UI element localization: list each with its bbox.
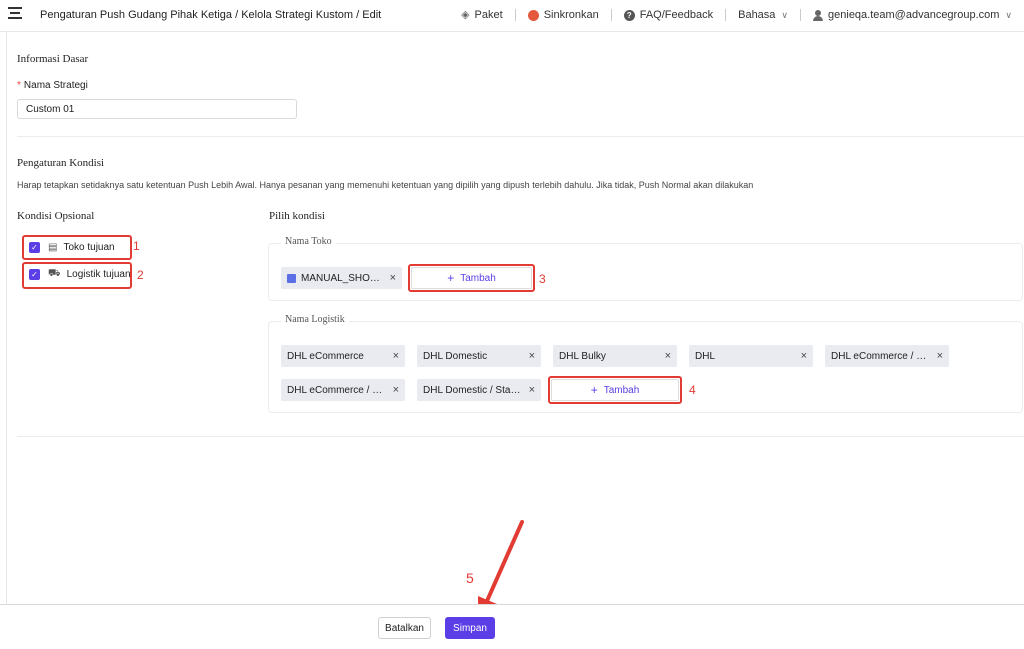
- shop-group-legend: Nama Toko: [281, 236, 336, 247]
- choose-conditions-title: Pilih kondisi: [269, 210, 325, 222]
- shop-icon: [287, 273, 296, 283]
- logistics-tag[interactable]: DHL eCommerce / DHL eCommerce Standard ×: [825, 345, 949, 367]
- divider: [514, 9, 516, 21]
- cancel-button[interactable]: Batalkan: [378, 617, 431, 639]
- top-bar: Pengaturan Push Gudang Pihak Ketiga / Ke…: [0, 0, 1024, 32]
- breadcrumb: Pengaturan Push Gudang Pihak Ketiga / Ke…: [40, 9, 382, 21]
- logistics-tag[interactable]: DHL eCommerce ×: [281, 345, 405, 367]
- annotation-box-2: [22, 262, 132, 289]
- annotation-number-1: 1: [133, 239, 140, 253]
- sync-link[interactable]: Sinkronkan: [527, 9, 599, 21]
- language-dropdown[interactable]: Bahasa ∨: [738, 9, 788, 21]
- logistics-tag[interactable]: DHL ×: [689, 345, 813, 367]
- section-divider: [17, 436, 1024, 437]
- chevron-down-icon: ∨: [1005, 9, 1012, 20]
- annotation-box-1: [22, 235, 132, 260]
- language-label: Bahasa: [738, 9, 776, 21]
- basic-info-title: Informasi Dasar: [17, 53, 89, 65]
- user-email: genieqa.team@advancegroup.com: [828, 9, 1000, 21]
- sync-icon: [527, 9, 539, 21]
- footer-bar: [0, 604, 1024, 649]
- top-actions: ◈ Paket Sinkronkan ? FAQ/Feedback Bahasa…: [461, 9, 1012, 21]
- close-icon[interactable]: ×: [393, 384, 399, 396]
- chevron-down-icon: ∨: [781, 9, 789, 20]
- shop-tag[interactable]: MANUAL_SHOP (ID) ×: [281, 267, 402, 289]
- divider: [610, 9, 612, 21]
- strategy-name-label: * Nama Strategi: [17, 80, 88, 91]
- close-icon[interactable]: ×: [390, 272, 396, 284]
- paket-label: Paket: [474, 9, 503, 21]
- faq-link[interactable]: ? FAQ/Feedback: [623, 9, 714, 21]
- annotation-number-5: 5: [466, 570, 474, 586]
- diamond-icon: ◈: [461, 8, 470, 21]
- sidebar-divider: [6, 32, 7, 649]
- menu-icon[interactable]: [8, 7, 22, 21]
- paket-link[interactable]: ◈ Paket: [461, 9, 503, 21]
- logistics-tag[interactable]: DHL eCommerce / Standard ×: [281, 379, 405, 401]
- divider: [800, 9, 802, 21]
- annotation-box-4: [548, 376, 682, 404]
- logistics-group-legend: Nama Logistik: [281, 314, 349, 325]
- section-divider: [17, 136, 1024, 137]
- help-icon: ?: [623, 9, 635, 21]
- conditions-title: Pengaturan Kondisi: [17, 157, 105, 169]
- annotation-number-3: 3: [539, 272, 546, 286]
- sync-label: Sinkronkan: [543, 9, 599, 21]
- user-icon: [813, 9, 824, 21]
- close-icon[interactable]: ×: [665, 350, 671, 362]
- close-icon[interactable]: ×: [529, 384, 535, 396]
- optional-conditions-title: Kondisi Opsional: [17, 210, 95, 222]
- logistics-tag[interactable]: DHL Domestic / Standard ×: [417, 379, 541, 401]
- close-icon[interactable]: ×: [801, 350, 807, 362]
- close-icon[interactable]: ×: [529, 350, 535, 362]
- logistics-tag[interactable]: DHL Domestic ×: [417, 345, 541, 367]
- annotation-box-3: [408, 264, 535, 292]
- conditions-helper-text: Harap tetapkan setidaknya satu ketentuan…: [17, 180, 754, 190]
- save-button[interactable]: Simpan: [445, 617, 495, 639]
- close-icon[interactable]: ×: [393, 350, 399, 362]
- divider: [725, 9, 727, 21]
- user-menu[interactable]: genieqa.team@advancegroup.com ∨: [813, 9, 1012, 21]
- strategy-name-input[interactable]: [17, 99, 297, 119]
- logistics-tag[interactable]: DHL Bulky ×: [553, 345, 677, 367]
- faq-label: FAQ/Feedback: [639, 9, 714, 21]
- close-icon[interactable]: ×: [937, 350, 943, 362]
- annotation-number-2: 2: [137, 268, 144, 282]
- annotation-number-4: 4: [689, 383, 696, 397]
